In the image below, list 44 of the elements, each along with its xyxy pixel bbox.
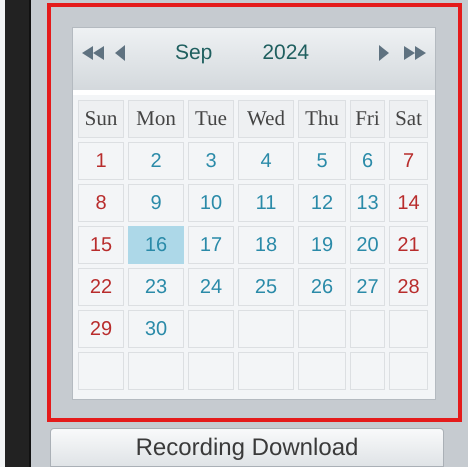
year-label[interactable]: 2024 bbox=[262, 37, 310, 69]
month-label[interactable]: Sep bbox=[175, 37, 212, 69]
day-cell[interactable]: 12 bbox=[298, 184, 346, 222]
day-cell[interactable]: 29 bbox=[78, 310, 124, 348]
weekday-header: Wed bbox=[238, 100, 294, 138]
next-year-button[interactable] bbox=[403, 43, 427, 63]
day-cell[interactable]: 11 bbox=[238, 184, 294, 222]
day-cell[interactable]: 27 bbox=[350, 268, 385, 306]
day-cell[interactable]: 7 bbox=[389, 142, 428, 180]
day-cell[interactable]: 1 bbox=[78, 142, 124, 180]
day-cell[interactable]: 20 bbox=[350, 226, 385, 264]
day-cell[interactable]: 26 bbox=[298, 268, 346, 306]
day-cell[interactable]: 28 bbox=[389, 268, 428, 306]
previous-year-button[interactable] bbox=[81, 43, 105, 63]
weekday-header: Tue bbox=[188, 100, 234, 138]
day-cell[interactable]: 25 bbox=[238, 268, 294, 306]
day-cell[interactable]: 3 bbox=[188, 142, 234, 180]
day-cell[interactable]: 16 bbox=[128, 226, 184, 264]
day-cell[interactable]: 14 bbox=[389, 184, 428, 222]
recording-download-button[interactable]: Recording Download bbox=[50, 428, 444, 467]
day-cell[interactable]: 19 bbox=[298, 226, 346, 264]
weekday-header: Sat bbox=[389, 100, 428, 138]
weekday-header: Fri bbox=[350, 100, 385, 138]
day-cell[interactable]: 13 bbox=[350, 184, 385, 222]
day-cell[interactable]: 30 bbox=[128, 310, 184, 348]
day-cell[interactable]: 8 bbox=[78, 184, 124, 222]
day-cell[interactable]: 24 bbox=[188, 268, 234, 306]
next-month-button[interactable] bbox=[377, 43, 391, 63]
weekday-header: Mon bbox=[128, 100, 184, 138]
day-cell[interactable]: 15 bbox=[78, 226, 124, 264]
weekday-header: Thu bbox=[298, 100, 346, 138]
day-cell[interactable]: 9 bbox=[128, 184, 184, 222]
previous-month-button[interactable] bbox=[113, 43, 127, 63]
day-cell[interactable]: 5 bbox=[298, 142, 346, 180]
day-cell[interactable]: 10 bbox=[188, 184, 234, 222]
day-cell[interactable]: 6 bbox=[350, 142, 385, 180]
day-cell[interactable]: 2 bbox=[128, 142, 184, 180]
day-cell[interactable]: 4 bbox=[238, 142, 294, 180]
day-cell[interactable]: 17 bbox=[188, 226, 234, 264]
day-cell[interactable]: 23 bbox=[128, 268, 184, 306]
weekday-header: Sun bbox=[78, 100, 124, 138]
day-cell[interactable]: 18 bbox=[238, 226, 294, 264]
day-cell[interactable]: 22 bbox=[78, 268, 124, 306]
day-cell[interactable]: 21 bbox=[389, 226, 428, 264]
